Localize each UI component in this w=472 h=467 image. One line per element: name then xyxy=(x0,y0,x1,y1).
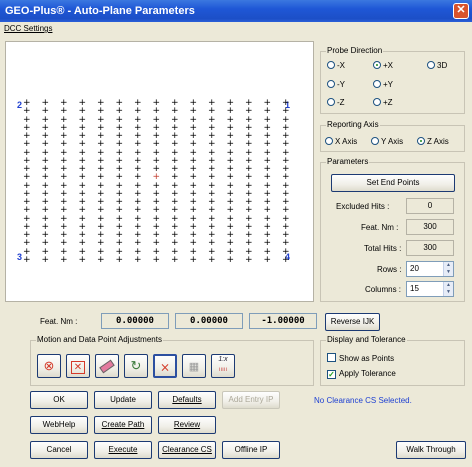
probe-3d-radio[interactable]: 3D xyxy=(427,61,447,71)
probe-minus-y-radio[interactable]: -Y xyxy=(327,80,345,90)
add-entry-ip-button[interactable]: Add Entry IP xyxy=(222,391,280,409)
ok-button[interactable]: OK xyxy=(30,391,88,409)
grid-point[interactable]: + xyxy=(23,256,31,265)
corner-label-2: 2 xyxy=(17,100,23,110)
offline-ip-button[interactable]: Offline IP xyxy=(222,441,280,459)
probe-plus-y-radio[interactable]: +Y xyxy=(373,80,393,90)
columns-stepper[interactable]: 15 ▲ ▼ xyxy=(406,281,454,297)
axis-y-radio[interactable]: Y Axis xyxy=(371,137,403,147)
grid-point[interactable]: + xyxy=(190,256,198,265)
remove-point-icon: ⨯ xyxy=(159,360,171,374)
motion-title: Motion and Data Point Adjustments xyxy=(36,335,163,345)
rotate-icon: ↻ xyxy=(130,358,142,373)
eraser-button[interactable] xyxy=(95,354,119,378)
eraser-icon xyxy=(99,359,115,374)
reporting-axis-group: Reporting Axis X Axis Y Axis Z Axis xyxy=(320,120,465,152)
menu-dcc-settings[interactable]: DCC Settings xyxy=(4,24,52,33)
close-icon: ✕ xyxy=(456,4,466,16)
scale-button[interactable]: 1:x ııııı xyxy=(211,354,235,378)
display-tolerance-group: Display and Tolerance Show as Points ✓ Ap… xyxy=(320,335,465,386)
grid-point[interactable]: + xyxy=(245,256,253,265)
rows-label: Rows : xyxy=(377,265,402,274)
delete-x-button[interactable]: ✕ xyxy=(66,354,90,378)
walk-through-button[interactable]: Walk Through xyxy=(396,441,466,459)
reporting-axis-title: Reporting Axis xyxy=(326,120,380,130)
parameters-group: Parameters Set End Points Excluded Hits … xyxy=(320,157,465,302)
apply-tolerance-checkbox[interactable]: ✓ Apply Tolerance xyxy=(327,369,396,379)
grid-point[interactable]: + xyxy=(264,256,272,265)
grid-point[interactable]: + xyxy=(79,256,87,265)
corner-label-3: 3 xyxy=(17,252,23,262)
normal-k-field[interactable]: -1.00000 xyxy=(249,313,317,329)
columns-spin-icon[interactable]: ▲ ▼ xyxy=(443,282,453,296)
defaults-button[interactable]: Defaults xyxy=(158,391,216,409)
set-end-points-button[interactable]: Set End Points xyxy=(331,174,455,192)
rows-stepper[interactable]: 20 ▲ ▼ xyxy=(406,261,454,277)
reverse-ijk-button[interactable]: Reverse IJK xyxy=(325,313,380,331)
menu-bar: DCC Settings xyxy=(0,22,472,35)
feat-nm-label: Feat. Nm : xyxy=(361,223,399,232)
remove-point-button[interactable]: ⨯ xyxy=(153,354,177,378)
clearance-cs-button[interactable]: Clearance CS xyxy=(158,441,216,459)
checkmark-icon: ✓ xyxy=(327,370,336,379)
normal-j-field[interactable]: 0.00000 xyxy=(175,313,243,329)
parameters-title: Parameters xyxy=(326,157,370,167)
cancel-button[interactable]: Cancel xyxy=(30,441,88,459)
total-hits-value: 300 xyxy=(406,240,454,256)
feat-nm-value: 300 xyxy=(406,219,454,235)
update-button[interactable]: Update xyxy=(94,391,152,409)
grid-point[interactable]: + xyxy=(134,256,142,265)
display-title: Display and Tolerance xyxy=(326,335,407,345)
create-path-button[interactable]: Create Path xyxy=(94,416,152,434)
probe-direction-title: Probe Direction xyxy=(326,46,384,56)
cancel-circle-button[interactable]: ⊗ xyxy=(37,354,61,378)
grid-point[interactable]: + xyxy=(42,256,50,265)
delete-x-icon: ✕ xyxy=(70,361,86,374)
probe-direction-group: Probe Direction -X +X 3D -Y +Y -Z +Z xyxy=(320,46,465,114)
probe-plus-z-radio[interactable]: +Z xyxy=(373,98,393,108)
title-bar: GEO-Plus® - Auto-Plane Parameters xyxy=(0,0,472,22)
probe-plus-x-radio[interactable]: +X xyxy=(373,61,393,71)
grid-point[interactable]: + xyxy=(227,256,235,265)
columns-label: Columns : xyxy=(365,285,402,294)
grid-point[interactable]: + xyxy=(60,256,68,265)
grid-point[interactable]: + xyxy=(282,256,290,265)
grid-button[interactable]: ▦ xyxy=(182,354,206,378)
axis-z-radio[interactable]: Z Axis xyxy=(417,137,449,147)
scale-icon: 1:x xyxy=(218,356,228,363)
feat-nm-vector-label: Feat. Nm : xyxy=(40,317,78,326)
rows-spin-icon[interactable]: ▲ ▼ xyxy=(443,262,453,276)
normal-i-field[interactable]: 0.00000 xyxy=(101,313,169,329)
grid-icon: ▦ xyxy=(188,361,200,373)
grid-point[interactable]: + xyxy=(171,256,179,265)
total-hits-label: Total Hits : xyxy=(364,244,402,253)
motion-adjustments-group: Motion and Data Point Adjustments ⊗ ✕ ↻ … xyxy=(30,335,314,386)
point-grid-canvas[interactable]: 2 1 3 4 + + + + + + + + + + + + + + + + + + + + + + + + + + + + + + + +… xyxy=(5,41,314,302)
axis-x-radio[interactable]: X Axis xyxy=(325,137,357,147)
probe-minus-x-radio[interactable]: -X xyxy=(327,61,345,71)
clearance-status-text: No Clearance CS Selected. xyxy=(314,396,412,405)
window-title: GEO-Plus® - Auto-Plane Parameters xyxy=(5,5,195,17)
probe-minus-z-radio[interactable]: -Z xyxy=(327,98,345,108)
excluded-hits-value: 0 xyxy=(406,198,454,214)
grid-point[interactable]: + xyxy=(116,256,124,265)
webhelp-button[interactable]: WebHelp xyxy=(30,416,88,434)
execute-button[interactable]: Execute xyxy=(94,441,152,459)
grid-point[interactable]: + xyxy=(97,256,105,265)
close-button[interactable]: ✕ xyxy=(453,3,469,19)
review-button[interactable]: Review xyxy=(158,416,216,434)
cancel-circle-icon: ⊗ xyxy=(43,358,55,373)
grid-point[interactable]: + xyxy=(208,256,216,265)
rotate-button[interactable]: ↻ xyxy=(124,354,148,378)
show-as-points-checkbox[interactable]: Show as Points xyxy=(327,353,394,364)
excluded-hits-label: Excluded Hits : xyxy=(336,202,390,211)
grid-point[interactable]: + xyxy=(153,256,161,265)
